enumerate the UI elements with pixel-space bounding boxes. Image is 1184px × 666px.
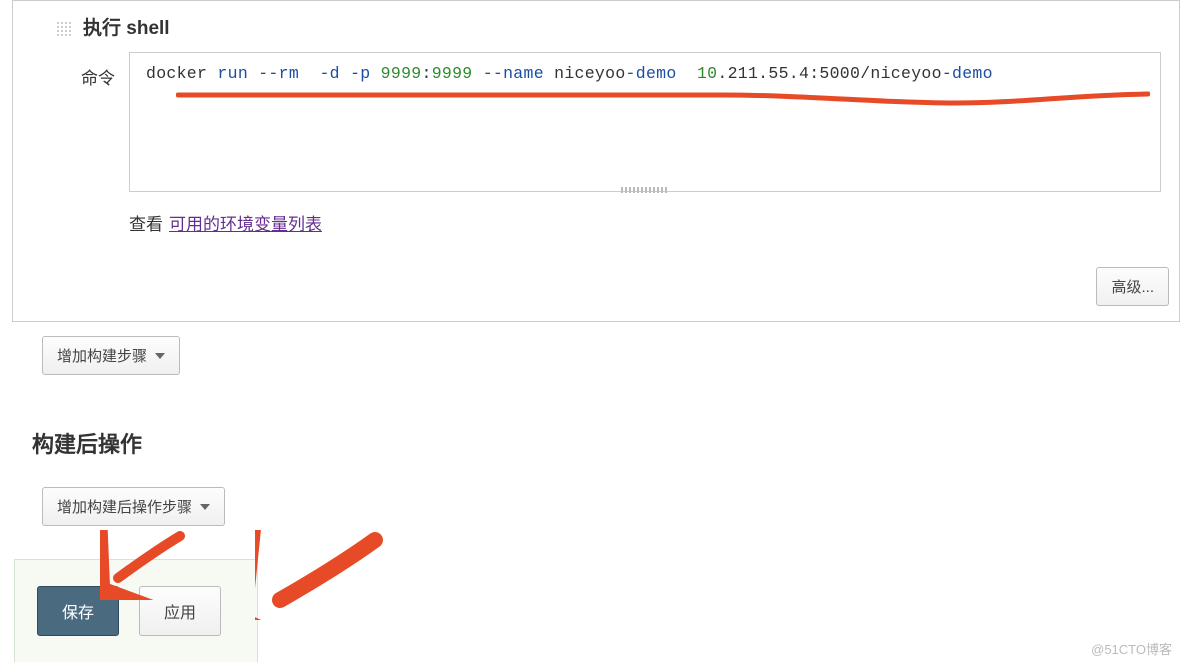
- apply-button[interactable]: 应用: [139, 586, 221, 636]
- add-build-step-button[interactable]: 增加构建步骤: [42, 336, 180, 375]
- textarea-resize-grip[interactable]: [621, 187, 669, 193]
- env-vars-link[interactable]: 可用的环境变量列表: [169, 210, 322, 235]
- advanced-button-row: 高级...: [13, 235, 1179, 306]
- chevron-down-icon: [155, 353, 165, 359]
- shell-step-title: 执行 shell: [83, 13, 170, 40]
- add-post-build-step-button[interactable]: 增加构建后操作步骤: [42, 487, 225, 526]
- drag-handle-icon[interactable]: [55, 20, 73, 38]
- add-post-build-step-container: 增加构建后操作步骤: [42, 487, 1180, 526]
- help-text: 查看: [129, 210, 163, 235]
- command-textarea[interactable]: docker run --rm -d -p 9999:9999 --name n…: [129, 52, 1161, 192]
- advanced-button-label: 高级...: [1111, 276, 1154, 297]
- advanced-button[interactable]: 高级...: [1096, 267, 1169, 306]
- chevron-down-icon: [200, 504, 210, 510]
- shell-step-panel: 执行 shell 命令 docker run --rm -d -p 9999:9…: [12, 0, 1180, 322]
- add-post-build-step-label: 增加构建后操作步骤: [57, 496, 192, 517]
- command-row: 命令 docker run --rm -d -p 9999:9999 --nam…: [13, 52, 1179, 192]
- actions-bar: 保存 应用: [14, 559, 258, 662]
- watermark: @51CTO博客: [1091, 639, 1172, 658]
- command-label: 命令: [81, 52, 129, 89]
- post-build-section-title: 构建后操作: [32, 427, 1180, 459]
- help-row: 查看 可用的环境变量列表: [13, 192, 1179, 235]
- add-build-step-label: 增加构建步骤: [57, 345, 147, 366]
- shell-step-header: 执行 shell: [13, 1, 1179, 52]
- add-build-step-container: 增加构建步骤: [42, 336, 1180, 375]
- save-button[interactable]: 保存: [37, 586, 119, 636]
- command-content: docker run --rm -d -p 9999:9999 --name n…: [130, 53, 1160, 94]
